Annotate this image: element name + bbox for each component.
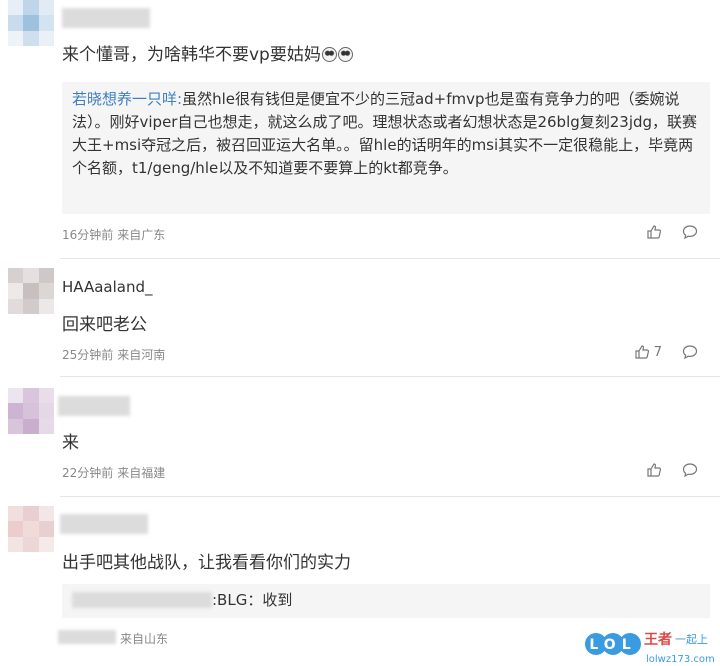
comment-text: 来个懂哥，为啥韩华不要vp要姑妈 bbox=[62, 40, 353, 65]
divider bbox=[60, 376, 720, 377]
watermark-brand: 王者 bbox=[644, 632, 672, 648]
comment-location: 来自山东 bbox=[120, 632, 169, 646]
comment-time: 22分钟前 bbox=[62, 466, 114, 480]
comment-meta: 16分钟前 来自广东 bbox=[62, 226, 169, 243]
comment-1: 来个懂哥，为啥韩华不要vp要姑妈 若晓想养一只咩:虽然hle很有钱但是便宜不少的… bbox=[0, 0, 720, 258]
comment-3: 来 22分钟前 来自福建 bbox=[0, 388, 720, 492]
comment-location: 来自河南 bbox=[117, 348, 166, 362]
divider bbox=[60, 496, 720, 497]
comment-bubble-icon bbox=[682, 345, 698, 360]
time-blurred bbox=[58, 630, 116, 644]
thumbs-up-icon bbox=[647, 225, 662, 239]
comment-location: 来自福建 bbox=[117, 466, 166, 480]
comment-thread: 来个懂哥，为啥韩华不要vp要姑妈 若晓想养一只咩:虽然hle很有钱但是便宜不少的… bbox=[0, 0, 720, 666]
comment-text: 来 bbox=[62, 433, 79, 453]
like-button[interactable] bbox=[646, 462, 662, 478]
reply-button[interactable] bbox=[682, 344, 698, 360]
thumbs-up-icon bbox=[647, 463, 662, 477]
comment-actions bbox=[646, 224, 698, 240]
thumbs-up-icon bbox=[635, 345, 649, 359]
comment-meta: 22分钟前 来自福建 bbox=[62, 464, 169, 481]
comment-time: 16分钟前 bbox=[62, 228, 114, 242]
username[interactable]: HAAaaland_ bbox=[62, 278, 153, 296]
quote-username[interactable]: 若晓想养一只咩: bbox=[72, 90, 182, 108]
comment-bubble-icon bbox=[682, 463, 698, 478]
like-button[interactable]: 7 bbox=[634, 344, 662, 360]
watermark-slogan: 一起上 bbox=[675, 633, 708, 646]
comment-2: HAAaaland_ 回来吧老公 25分钟前 来自河南 7 bbox=[0, 268, 720, 372]
comment-location: 来自广东 bbox=[117, 228, 166, 242]
divider bbox=[60, 258, 720, 259]
username-blurred[interactable] bbox=[58, 396, 130, 416]
quoted-reply[interactable]: 若晓想养一只咩:虽然hle很有钱但是便宜不少的三冠ad+fmvp也是蛮有竞争力的… bbox=[62, 82, 710, 214]
comment-meta: 25分钟前 来自河南 bbox=[62, 346, 169, 363]
avatar[interactable] bbox=[8, 0, 54, 46]
avatar[interactable] bbox=[8, 506, 54, 552]
watermark-url: lolwz173.com bbox=[646, 654, 715, 665]
comment-bubble-icon bbox=[682, 225, 698, 240]
reply-button[interactable] bbox=[682, 462, 698, 478]
avatar[interactable] bbox=[8, 268, 54, 314]
comment-text: 出手吧其他战队，让我看看你们的实力 bbox=[62, 553, 351, 573]
avatar[interactable] bbox=[8, 388, 54, 434]
comment-actions: 7 bbox=[634, 344, 698, 360]
quoted-reply[interactable]: :BLG：收到 bbox=[62, 584, 710, 618]
like-button[interactable] bbox=[646, 224, 662, 240]
reply-text: :BLG：收到 bbox=[212, 591, 293, 609]
watermark-logo: LOL bbox=[589, 637, 636, 653]
reply-button[interactable] bbox=[682, 224, 698, 240]
comment-time: 25分钟前 bbox=[62, 348, 114, 362]
comment-text: 回来吧老公 bbox=[62, 315, 147, 335]
comment-meta: 来自山东 bbox=[120, 630, 172, 647]
laughing-emoji-icon bbox=[337, 47, 353, 62]
reply-username-blurred[interactable] bbox=[72, 592, 212, 608]
laughing-emoji-icon bbox=[321, 47, 337, 62]
username-blurred[interactable] bbox=[60, 514, 148, 534]
like-count: 7 bbox=[653, 344, 662, 360]
site-watermark: LOL 王者 一起上 lolwz173.com bbox=[584, 626, 720, 666]
username-blurred[interactable] bbox=[62, 8, 150, 28]
comment-actions bbox=[646, 462, 698, 478]
